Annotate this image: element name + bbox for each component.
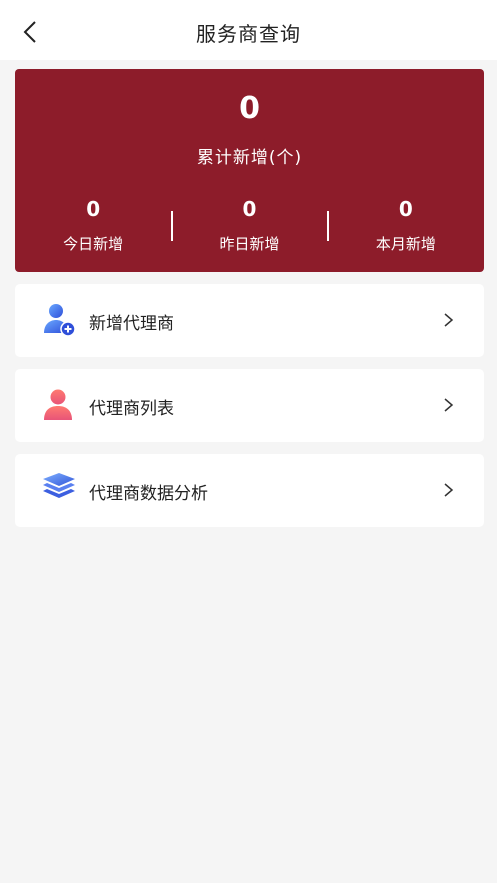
stat-month-label: 本月新增 — [375, 235, 436, 253]
layers-icon — [43, 473, 75, 498]
add-user-icon — [44, 304, 76, 337]
total-count-label: 累计新增(个) — [196, 148, 303, 168]
stats-card: 0 累计新增(个) 0 今日新增 0 昨日新增 0 本月新增 — [15, 69, 484, 272]
menu-item-label: 代理商数据分析 — [89, 484, 208, 504]
menu-item-add-agent[interactable]: 新增代理商 — [15, 284, 484, 357]
stat-today: 0 今日新增 — [15, 195, 171, 259]
stat-yesterday: 0 昨日新增 — [171, 195, 327, 259]
sub-stats-row: 0 今日新增 0 昨日新增 0 本月新增 — [15, 195, 484, 259]
chevron-right-icon — [444, 313, 454, 327]
menu-item-agent-analysis[interactable]: 代理商数据分析 — [15, 454, 484, 527]
stat-divider — [171, 211, 173, 241]
user-icon — [44, 389, 72, 420]
stat-today-value: 0 — [86, 197, 101, 221]
stat-month: 0 本月新增 — [328, 195, 484, 259]
stat-yesterday-value: 0 — [242, 197, 257, 221]
menu-item-label: 新增代理商 — [89, 314, 174, 334]
page-title: 服务商查询 — [196, 22, 301, 46]
chevron-right-icon — [444, 398, 454, 412]
nav-bar: 服务商查询 — [0, 0, 497, 60]
stat-month-value: 0 — [398, 197, 413, 221]
stat-divider — [327, 211, 329, 241]
stat-yesterday-label: 昨日新增 — [219, 235, 280, 253]
chevron-right-icon — [444, 483, 454, 497]
stat-today-label: 今日新增 — [63, 235, 124, 253]
total-count: 0 — [239, 91, 260, 126]
menu-item-agent-list[interactable]: 代理商列表 — [15, 369, 484, 442]
menu-item-label: 代理商列表 — [89, 399, 174, 419]
